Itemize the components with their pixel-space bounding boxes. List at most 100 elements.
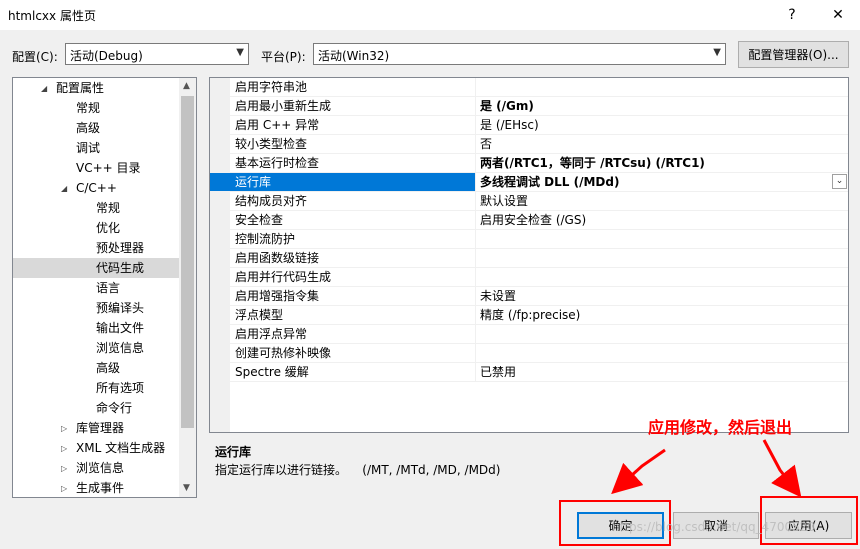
tree-item-label: 输出文件: [96, 321, 145, 335]
tree-item[interactable]: 优化: [13, 218, 179, 238]
tree-scrollbar[interactable]: ▲ ▼: [179, 78, 196, 497]
tree-item[interactable]: ▷ 生成事件: [13, 478, 179, 497]
property-value[interactable]: 默认设置: [476, 192, 848, 211]
tree-item[interactable]: VC++ 目录: [13, 158, 179, 178]
tree-item-label: 常规: [96, 201, 121, 215]
tree-item[interactable]: 语言: [13, 278, 179, 298]
property-row[interactable]: 启用增强指令集 未设置: [210, 287, 848, 306]
property-name: 启用函数级链接: [210, 249, 476, 268]
property-row[interactable]: 启用最小重新生成是 (/Gm): [210, 97, 848, 116]
tree-item-label: C/C++: [76, 181, 117, 195]
property-row[interactable]: 创建可热修补映像: [210, 344, 848, 363]
property-name: 启用浮点异常: [210, 325, 476, 344]
tree-item-label: 语言: [96, 281, 121, 295]
property-value[interactable]: 两者(/RTC1，等同于 /RTCsu) (/RTC1): [476, 154, 848, 173]
help-button[interactable]: ?: [772, 0, 812, 30]
property-value[interactable]: 否: [476, 135, 848, 154]
property-name: 启用最小重新生成: [210, 97, 476, 116]
annotation-arrow-left: [611, 448, 666, 495]
property-value[interactable]: 多线程调试 DLL (/MDd): [476, 173, 848, 192]
property-value[interactable]: [476, 230, 848, 249]
property-value[interactable]: [476, 325, 848, 344]
property-name: 启用 C++ 异常: [210, 116, 476, 135]
chevron-down-icon: ▼: [713, 47, 721, 58]
collapsed-arrow-icon[interactable]: ▷: [61, 479, 67, 497]
close-icon: ✕: [832, 7, 844, 23]
tree-item-label: 所有选项: [96, 381, 145, 395]
property-row[interactable]: 启用并行代码生成: [210, 268, 848, 287]
property-row[interactable]: 基本运行时检查 两者(/RTC1，等同于 /RTCsu) (/RTC1): [210, 154, 848, 173]
config-manager-button[interactable]: 配置管理器(O)...: [738, 41, 849, 68]
property-value[interactable]: 已禁用: [476, 363, 848, 382]
close-button[interactable]: ✕: [818, 0, 858, 30]
property-row[interactable]: 启用字符串池: [210, 78, 848, 97]
collapsed-arrow-icon[interactable]: ▷: [61, 459, 67, 479]
property-value[interactable]: 启用安全检查 (/GS): [476, 211, 848, 230]
property-row[interactable]: 启用 C++ 异常是 (/EHsc): [210, 116, 848, 135]
property-name: 启用并行代码生成: [210, 268, 476, 287]
tree-item[interactable]: 预编译头: [13, 298, 179, 318]
property-name: Spectre 缓解: [210, 363, 476, 382]
property-row[interactable]: 启用浮点异常: [210, 325, 848, 344]
tree-item-label: 代码生成: [96, 261, 145, 275]
tree-item[interactable]: 高级: [13, 118, 179, 138]
property-row[interactable]: 浮点模型 精度 (/fp:precise): [210, 306, 848, 325]
tree-item[interactable]: ◢ 配置属性: [13, 78, 179, 98]
tree-item[interactable]: 输出文件: [13, 318, 179, 338]
platform-value: 活动(Win32): [318, 49, 390, 63]
collapsed-arrow-icon[interactable]: ▷: [61, 439, 67, 459]
tree-item-label: 优化: [96, 221, 121, 235]
property-row[interactable]: 启用函数级链接: [210, 249, 848, 268]
tree-item-label: 浏览信息: [76, 461, 125, 475]
expanded-arrow-icon[interactable]: ◢: [61, 179, 67, 199]
platform-combo[interactable]: 活动(Win32) ▼: [313, 43, 726, 65]
tree-item[interactable]: ▷ 库管理器: [13, 418, 179, 438]
property-row[interactable]: 运行库 多线程调试 DLL (/MDd) ⌄: [210, 173, 848, 192]
property-row[interactable]: 结构成员对齐 默认设置: [210, 192, 848, 211]
property-name: 较小类型检查: [210, 135, 476, 154]
tree-item[interactable]: 代码生成: [13, 258, 179, 278]
tree-item-label: 高级: [76, 121, 101, 135]
property-value[interactable]: [476, 249, 848, 268]
property-name: 结构成员对齐: [210, 192, 476, 211]
property-value[interactable]: 是 (/Gm): [476, 97, 848, 116]
dropdown-arrow-icon[interactable]: ⌄: [832, 174, 847, 189]
property-value[interactable]: 精度 (/fp:precise): [476, 306, 848, 325]
tree-item[interactable]: ▷ 浏览信息: [13, 458, 179, 478]
property-grid: 启用字符串池 启用最小重新生成是 (/Gm) 启用 C++ 异常是 (/EHsc) 较…: [209, 77, 849, 433]
property-row[interactable]: 控制流防护: [210, 230, 848, 249]
property-row[interactable]: Spectre 缓解 已禁用: [210, 363, 848, 382]
config-combo[interactable]: 活动(Debug) ▼: [65, 43, 249, 65]
watermark: https://blog.csdn.net/qq_4700520: [612, 520, 816, 534]
property-value[interactable]: 未设置: [476, 287, 848, 306]
property-row[interactable]: 安全检查 启用安全检查 (/GS): [210, 211, 848, 230]
expanded-arrow-icon[interactable]: ◢: [41, 79, 47, 99]
tree-item[interactable]: ◢ C/C++: [13, 178, 179, 198]
tree-item[interactable]: 调试: [13, 138, 179, 158]
tree-item-label: VC++ 目录: [76, 161, 141, 175]
tree-item[interactable]: 所有选项: [13, 378, 179, 398]
tree-item[interactable]: 高级: [13, 358, 179, 378]
tree-item[interactable]: ▷ XML 文档生成器: [13, 438, 179, 458]
tree-item[interactable]: 常规: [13, 198, 179, 218]
tree-item[interactable]: 浏览信息: [13, 338, 179, 358]
property-name: 基本运行时检查: [210, 154, 476, 173]
scroll-up-icon[interactable]: ▲: [183, 81, 190, 91]
tree-item[interactable]: 预处理器: [13, 238, 179, 258]
tree-item-label: 预编译头: [96, 301, 145, 315]
scroll-down-icon[interactable]: ▼: [183, 483, 190, 493]
property-row[interactable]: 较小类型检查否: [210, 135, 848, 154]
tree-item-label: 浏览信息: [96, 341, 145, 355]
property-value[interactable]: 是 (/EHsc): [476, 116, 848, 135]
property-value[interactable]: [476, 344, 848, 363]
annotation-arrow-right: [762, 439, 802, 498]
tree-item[interactable]: 命令行: [13, 398, 179, 418]
tree-item[interactable]: 常规: [13, 98, 179, 118]
chevron-down-icon: ▼: [236, 47, 244, 58]
tree-item-label: 库管理器: [76, 421, 125, 435]
property-value[interactable]: [476, 78, 848, 97]
property-value[interactable]: [476, 268, 848, 287]
collapsed-arrow-icon[interactable]: ▷: [61, 419, 67, 439]
tree-scroll-thumb[interactable]: [181, 96, 194, 428]
platform-label: 平台(P):: [261, 50, 306, 64]
